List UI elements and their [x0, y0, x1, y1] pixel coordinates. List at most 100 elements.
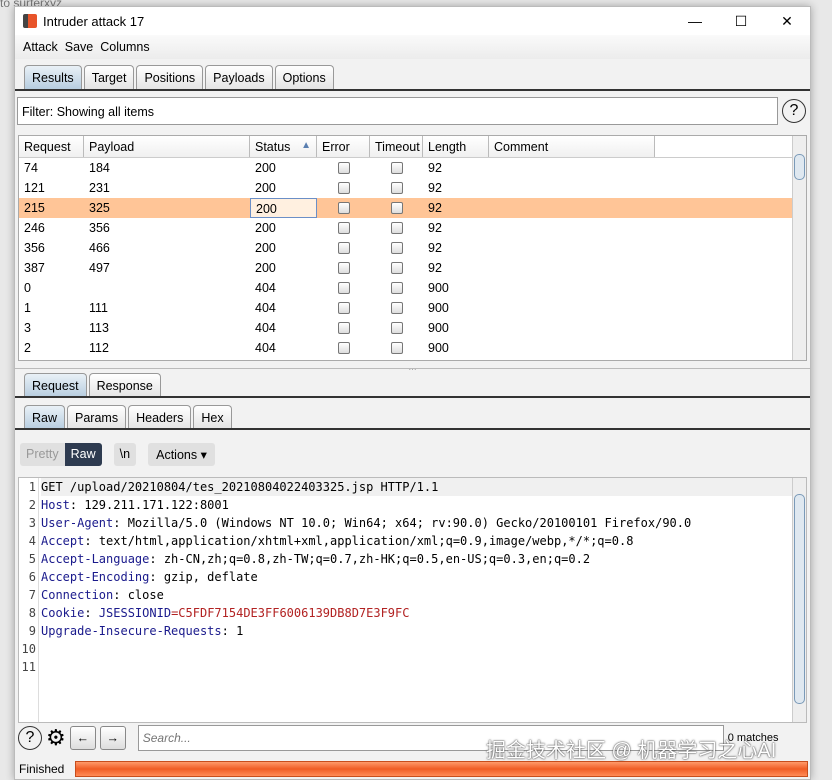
cell-error: [317, 278, 370, 298]
table-scrollbar[interactable]: [792, 136, 806, 360]
actions-dropdown[interactable]: Actions ▾: [148, 443, 215, 466]
table-row[interactable]: 1 111 404 900: [19, 298, 806, 318]
column-header-length[interactable]: Length: [423, 136, 489, 157]
cell-status: 404: [255, 301, 276, 315]
tab-payloads[interactable]: Payloads: [205, 65, 273, 89]
back-arrow-button[interactable]: ←: [69, 726, 96, 750]
forward-arrow-button[interactable]: →: [99, 726, 126, 750]
cell-payload: [84, 278, 250, 298]
cell-error: [317, 298, 370, 318]
table-row[interactable]: 246 356 200 92: [19, 218, 806, 238]
header-name: User-Agent: [41, 516, 114, 530]
menu-columns[interactable]: Columns: [100, 40, 149, 54]
table-row[interactable]: 2 112 404 900: [19, 338, 806, 358]
newline-toggle[interactable]: \n: [113, 443, 137, 466]
tab-target[interactable]: Target: [83, 65, 135, 89]
split-handle[interactable]: ···: [15, 365, 810, 374]
cell-request: 1: [24, 301, 31, 315]
raw-button[interactable]: Raw: [64, 443, 102, 466]
filter-bar[interactable]: Filter: Showing all items: [17, 97, 778, 125]
timeout-checkbox[interactable]: [390, 282, 403, 294]
cell-length: 92: [428, 261, 442, 275]
line-number: 11: [21, 660, 36, 674]
cell-length: 92: [428, 161, 442, 175]
timeout-checkbox[interactable]: [390, 302, 403, 314]
cell-status: 200: [255, 221, 276, 235]
table-row[interactable]: 3 113 404 900: [19, 318, 806, 338]
error-checkbox[interactable]: [337, 182, 350, 194]
error-checkbox[interactable]: [337, 322, 350, 334]
tab-response[interactable]: Response: [88, 373, 161, 397]
timeout-checkbox[interactable]: [390, 242, 403, 254]
column-header-comment[interactable]: Comment: [489, 136, 655, 157]
table-row[interactable]: 387 497 200 92: [19, 258, 806, 278]
error-checkbox[interactable]: [337, 202, 350, 214]
cell-comment: [489, 198, 655, 218]
column-header-error[interactable]: Error: [317, 136, 370, 157]
intruder-window: Intruder attack 17 — ☐ ✕ Attack Save Colum…: [14, 6, 811, 780]
timeout-checkbox[interactable]: [390, 322, 403, 334]
menu-save[interactable]: Save: [65, 40, 94, 54]
help-icon[interactable]: ?: [18, 726, 42, 750]
error-checkbox[interactable]: [337, 262, 350, 274]
timeout-checkbox[interactable]: [390, 342, 403, 354]
help-icon[interactable]: ?: [782, 99, 806, 123]
timeout-checkbox[interactable]: [390, 182, 403, 194]
maximize-button[interactable]: ☐: [718, 13, 764, 30]
table-row[interactable]: 356 466 200 92: [19, 238, 806, 258]
status-text: Finished: [19, 762, 65, 776]
pretty-button[interactable]: Pretty: [20, 443, 65, 466]
cookie-value: C5FDF7154DE3FF6006139DB8D7E3F9FC: [178, 606, 410, 620]
line-number: 4: [28, 534, 36, 548]
settings-gear-icon[interactable]: ⚙: [46, 725, 66, 751]
tab-request[interactable]: Request: [24, 373, 87, 397]
cell-status: 404: [255, 321, 276, 335]
error-checkbox[interactable]: [337, 222, 350, 234]
minimize-button[interactable]: —: [672, 13, 718, 29]
timeout-checkbox[interactable]: [390, 262, 403, 274]
cell-comment: [489, 298, 655, 318]
timeout-checkbox[interactable]: [390, 222, 403, 234]
cell-timeout: [370, 158, 423, 178]
error-checkbox[interactable]: [337, 342, 350, 354]
cell-length: 900: [428, 301, 449, 315]
header-value: close: [127, 588, 164, 602]
table-row[interactable]: 121 231 200 92: [19, 178, 806, 198]
cell-timeout: [370, 198, 423, 218]
header-name: Accept-Encoding: [41, 570, 150, 584]
message-tabs: Request Response: [24, 373, 161, 397]
error-checkbox[interactable]: [337, 242, 350, 254]
cell-comment: [489, 278, 655, 298]
tab-positions[interactable]: Positions: [136, 65, 204, 89]
cell-length: 900: [428, 281, 449, 295]
error-checkbox[interactable]: [337, 282, 350, 294]
timeout-checkbox[interactable]: [390, 162, 403, 174]
request-editor[interactable]: 1 2 3 4 5 6 7 8 9 10 11 GET /upload/20210804/tes_2…: [18, 477, 807, 723]
column-header-payload[interactable]: Payload: [84, 136, 250, 157]
editor-scrollbar[interactable]: [792, 478, 806, 722]
error-checkbox[interactable]: [337, 162, 350, 174]
tab-results[interactable]: Results: [24, 65, 82, 89]
menu-attack[interactable]: Attack: [23, 40, 58, 54]
close-button[interactable]: ✕: [764, 13, 810, 30]
table-row[interactable]: 0 404 900: [19, 278, 806, 298]
error-checkbox[interactable]: [337, 302, 350, 314]
column-header-request[interactable]: Request: [19, 136, 84, 157]
cell-status: 200: [255, 161, 276, 175]
table-row[interactable]: 215 325 200 92: [19, 198, 806, 218]
cell-length: 92: [428, 241, 442, 255]
timeout-checkbox[interactable]: [390, 202, 403, 214]
cell-timeout: [370, 318, 423, 338]
line-number: 5: [28, 552, 36, 566]
column-header-timeout[interactable]: Timeout: [370, 136, 423, 157]
request-line: User-Agent: Mozilla/5.0 (Windows NT 10.0…: [41, 516, 692, 530]
table-row[interactable]: 74 184 200 92: [19, 158, 806, 178]
tab-headers[interactable]: Headers: [128, 405, 192, 429]
tab-raw[interactable]: Raw: [24, 405, 66, 429]
header-name: Upgrade-Insecure-Requests: [41, 624, 222, 638]
tab-params[interactable]: Params: [67, 405, 127, 429]
column-header-status[interactable]: Status ▲: [250, 136, 317, 157]
cell-length: 92: [428, 181, 442, 195]
tab-options[interactable]: Options: [274, 65, 334, 89]
tab-hex[interactable]: Hex: [193, 405, 232, 429]
